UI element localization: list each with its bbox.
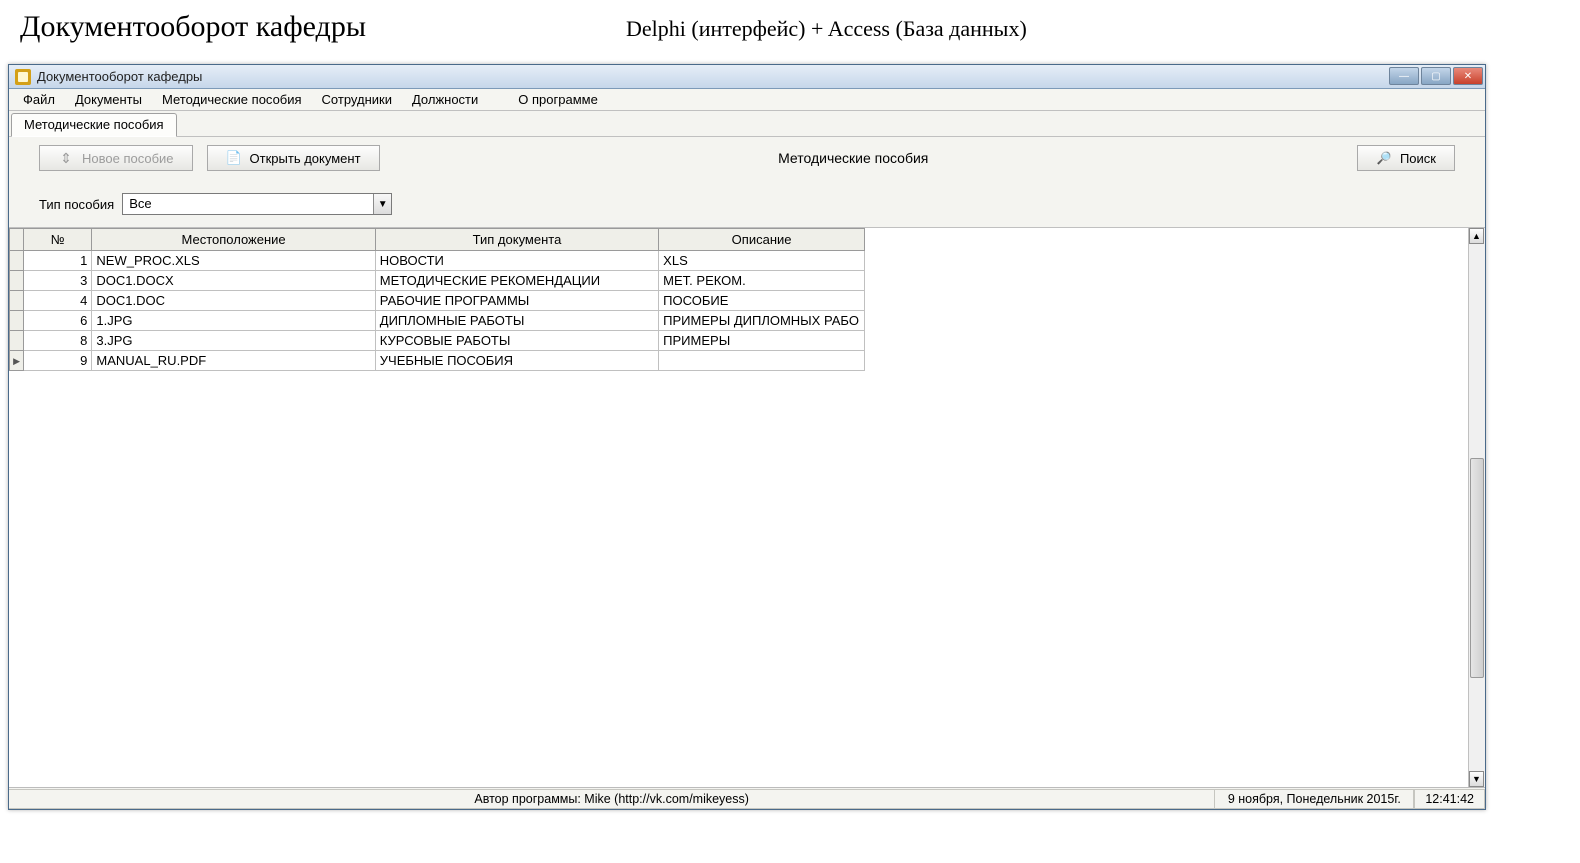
cell-num[interactable]: 3	[24, 271, 92, 291]
status-time: 12:41:42	[1414, 789, 1485, 809]
type-filter-select[interactable]: Все ▼	[122, 193, 392, 215]
titlebar-text: Документооборот кафедры	[37, 69, 202, 84]
titlebar: Документооборот кафедры — ▢ ✕	[9, 65, 1485, 89]
cell-location[interactable]: 3.JPG	[92, 331, 375, 351]
cell-doctype[interactable]: РАБОЧИЕ ПРОГРАММЫ	[375, 291, 658, 311]
cell-descr[interactable]: ПРИМЕРЫ ДИПЛОМНЫХ РАБО	[659, 311, 865, 331]
cell-location[interactable]: 1.JPG	[92, 311, 375, 331]
col-header-num[interactable]: №	[24, 229, 92, 251]
table-row[interactable]: 9MANUAL_RU.PDFУЧЕБНЫЕ ПОСОБИЯРЕКОМЕНДАЦИ…	[10, 351, 865, 371]
table-row[interactable]: 1NEW_PROC.XLSНОВОСТИXLS	[10, 251, 865, 271]
cell-doctype[interactable]: КУРСОВЫЕ РАБОТЫ	[375, 331, 658, 351]
vertical-scrollbar[interactable]: ▲ ▼	[1468, 228, 1485, 787]
cell-num[interactable]: 1	[24, 251, 92, 271]
scroll-up-icon[interactable]: ▲	[1469, 228, 1484, 244]
search-label: Поиск	[1400, 151, 1436, 166]
grid-body[interactable]: № Местоположение Тип документа Описание …	[9, 228, 1468, 787]
menubar: Файл Документы Методические пособия Сотр…	[9, 89, 1485, 111]
cell-location[interactable]: NEW_PROC.XLS	[92, 251, 375, 271]
cell-location[interactable]: DOC1.DOC	[92, 291, 375, 311]
row-indicator	[10, 271, 24, 291]
chevron-down-icon: ▼	[373, 194, 391, 214]
new-doc-icon	[58, 150, 74, 166]
app-icon	[15, 69, 31, 85]
close-button[interactable]: ✕	[1453, 67, 1483, 85]
menu-file[interactable]: Файл	[13, 90, 65, 109]
maximize-button[interactable]: ▢	[1421, 67, 1451, 85]
menu-positions[interactable]: Должности	[402, 90, 488, 109]
table-row[interactable]: 83.JPGКУРСОВЫЕ РАБОТЫПРИМЕРЫ	[10, 331, 865, 351]
app-window: Документооборот кафедры — ▢ ✕ Файл Докум…	[8, 64, 1486, 810]
cell-descr[interactable]: XLS	[659, 251, 865, 271]
tab-strip: Методические пособия	[9, 111, 1485, 137]
toolbar: Новое пособие Открыть документ Методичес…	[9, 137, 1485, 228]
cell-descr[interactable]: ПРИМЕРЫ	[659, 331, 865, 351]
scroll-thumb[interactable]	[1470, 458, 1484, 678]
status-date: 9 ноября, Понедельник 2015г.	[1214, 789, 1414, 809]
window-controls: — ▢ ✕	[1387, 67, 1483, 87]
row-indicator	[10, 291, 24, 311]
cell-doctype[interactable]: ДИПЛОМНЫЕ РАБОТЫ	[375, 311, 658, 331]
new-manual-label: Новое пособие	[82, 151, 174, 166]
col-header-location[interactable]: Местоположение	[92, 229, 375, 251]
cell-num[interactable]: 6	[24, 311, 92, 331]
row-header-blank	[10, 229, 24, 251]
cell-num[interactable]: 9	[24, 351, 92, 371]
statusbar: Автор программы: Mike (http://vk.com/mik…	[9, 787, 1485, 809]
menu-about[interactable]: О программе	[508, 90, 608, 109]
cell-location[interactable]: MANUAL_RU.PDF	[92, 351, 375, 371]
tab-manuals[interactable]: Методические пособия	[11, 113, 177, 137]
cell-doctype[interactable]: МЕТОДИЧЕСКИЕ РЕКОМЕНДАЦИИ	[375, 271, 658, 291]
table-row[interactable]: 61.JPGДИПЛОМНЫЕ РАБОТЫПРИМЕРЫ ДИПЛОМНЫХ …	[10, 311, 865, 331]
row-indicator	[10, 311, 24, 331]
page-subtitle: Delphi (интерфейс) + Access (База данных…	[626, 16, 1027, 42]
minimize-button[interactable]: —	[1389, 67, 1419, 85]
col-header-doctype[interactable]: Тип документа	[375, 229, 658, 251]
cell-descr[interactable]: МЕТ. РЕКОМ.	[659, 271, 865, 291]
panel-heading: Методические пособия	[778, 150, 958, 166]
table-row[interactable]: 3DOC1.DOCXМЕТОДИЧЕСКИЕ РЕКОМЕНДАЦИИМЕТ. …	[10, 271, 865, 291]
open-document-label: Открыть документ	[250, 151, 361, 166]
search-icon	[1376, 150, 1392, 166]
type-filter-value: Все	[123, 194, 373, 214]
cell-location[interactable]: DOC1.DOCX	[92, 271, 375, 291]
status-author: Автор программы: Mike (http://vk.com/mik…	[9, 789, 1214, 809]
cell-doctype[interactable]: УЧЕБНЫЕ ПОСОБИЯ	[375, 351, 658, 371]
page-header: Документооборот кафедры Delphi (интерфей…	[0, 0, 1580, 60]
row-indicator	[10, 331, 24, 351]
type-filter-label: Тип пособия	[39, 197, 114, 212]
row-indicator	[10, 351, 24, 371]
table-row[interactable]: 4DOC1.DOCРАБОЧИЕ ПРОГРАММЫПОСОБИЕ	[10, 291, 865, 311]
open-doc-icon	[226, 150, 242, 166]
menu-staff[interactable]: Сотрудники	[312, 90, 402, 109]
cell-descr[interactable]: РЕКОМЕНДАЦИИ	[659, 351, 865, 371]
scroll-down-icon[interactable]: ▼	[1469, 771, 1484, 787]
grid-area: № Местоположение Тип документа Описание …	[9, 228, 1485, 787]
search-button[interactable]: Поиск	[1357, 145, 1455, 171]
page-title: Документооборот кафедры	[20, 10, 366, 44]
cell-descr[interactable]: ПОСОБИЕ	[659, 291, 865, 311]
menu-manuals[interactable]: Методические пособия	[152, 90, 312, 109]
menu-documents[interactable]: Документы	[65, 90, 152, 109]
new-manual-button[interactable]: Новое пособие	[39, 145, 193, 171]
open-document-button[interactable]: Открыть документ	[207, 145, 380, 171]
cell-num[interactable]: 8	[24, 331, 92, 351]
row-indicator	[10, 251, 24, 271]
cell-num[interactable]: 4	[24, 291, 92, 311]
cell-doctype[interactable]: НОВОСТИ	[375, 251, 658, 271]
col-header-descr[interactable]: Описание	[659, 229, 865, 251]
documents-table[interactable]: № Местоположение Тип документа Описание …	[9, 228, 865, 371]
